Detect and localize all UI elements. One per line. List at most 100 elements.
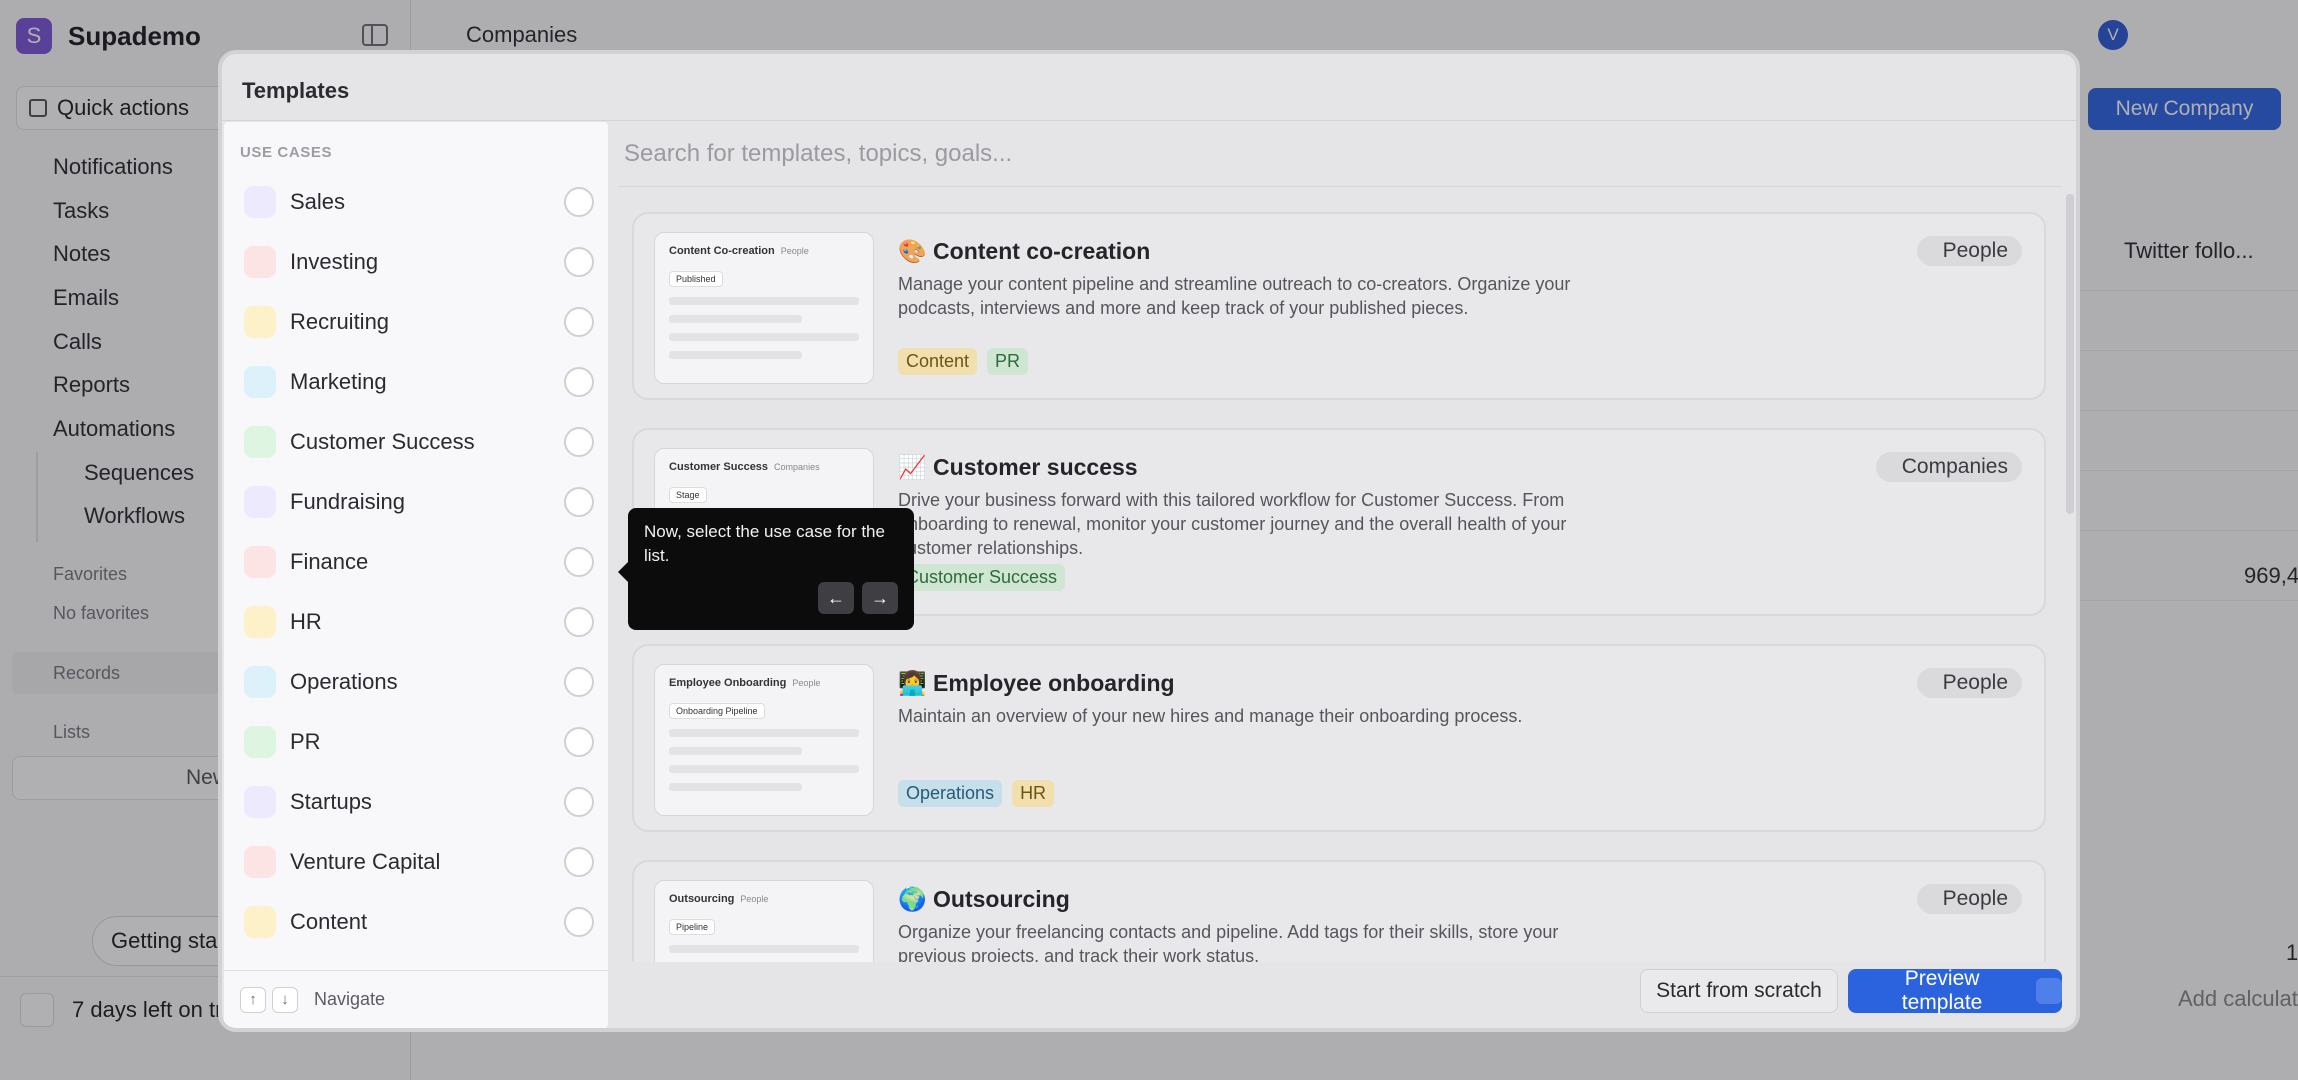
- preview-template-label: Preview template: [1901, 967, 1983, 1014]
- use-case-checkbox[interactable]: [564, 487, 594, 517]
- thumbnail-object-chip: People: [792, 678, 821, 688]
- use-case-label: Operations: [290, 669, 398, 694]
- use-case-label: Sales: [290, 189, 346, 214]
- use-case-checkbox[interactable]: [564, 427, 594, 457]
- use-case-label: Recruiting: [290, 309, 390, 334]
- template-tag: Operations: [898, 780, 1003, 807]
- template-emoji-icon: 🎨: [898, 238, 927, 264]
- template-object-badge: People: [1916, 236, 2022, 266]
- use-case-checkbox[interactable]: [564, 187, 594, 217]
- thumbnail-object-chip: Companies: [774, 462, 820, 472]
- use-cases-heading: USE CASES: [240, 144, 333, 161]
- template-thumbnail: Outsourcing People Pipeline: [654, 880, 874, 962]
- template-card[interactable]: Employee Onboarding People Onboarding Pipe…: [632, 644, 2046, 832]
- thumbnail-title: Employee Onboarding People: [669, 677, 859, 689]
- use-case-item[interactable]: Customer Success: [244, 412, 594, 472]
- use-case-color-icon: [244, 666, 276, 698]
- use-case-label: HR: [290, 609, 322, 634]
- use-case-item[interactable]: Fundraising: [244, 472, 594, 532]
- template-description: Maintain an overview of your new hires a…: [898, 706, 1523, 726]
- use-case-color-icon: [244, 306, 276, 338]
- template-title-text: Outsourcing: [933, 886, 1070, 912]
- thumbnail-row: [669, 297, 859, 305]
- use-case-item[interactable]: Recruiting: [244, 292, 594, 352]
- divider: [618, 186, 2062, 187]
- thumbnail-title: Customer Success Companies: [669, 461, 859, 473]
- use-case-item[interactable]: Marketing: [244, 352, 594, 412]
- use-case-color-icon: [244, 726, 276, 758]
- use-case-color-icon: [244, 786, 276, 818]
- template-object-badge: People: [1916, 884, 2022, 914]
- use-case-item[interactable]: Operations: [244, 652, 594, 712]
- tooltip-text: Now, select the use case for the list.: [644, 522, 885, 565]
- template-emoji-icon: 📈: [898, 454, 927, 480]
- thumbnail-title-text: Customer Success: [669, 461, 769, 473]
- use-case-color-icon: [244, 426, 276, 458]
- template-description: Manage your content pipeline and streaml…: [898, 274, 1571, 318]
- use-case-checkbox[interactable]: [564, 667, 594, 697]
- use-case-checkbox[interactable]: [564, 247, 594, 277]
- thumbnail-row: [669, 315, 802, 323]
- use-case-color-icon: [244, 366, 276, 398]
- thumbnail-row: [669, 333, 859, 341]
- use-case-checkbox[interactable]: [564, 307, 594, 337]
- thumbnail-view-chip: Published: [669, 271, 723, 287]
- template-thumbnail: Content Co-creation People Published: [654, 232, 874, 384]
- modal-title: Templates: [242, 78, 350, 103]
- template-title-text: Employee onboarding: [933, 670, 1175, 696]
- use-case-checkbox[interactable]: [564, 847, 594, 877]
- use-case-checkbox[interactable]: [564, 727, 594, 757]
- templates-modal: Templates USE CASES Sales Investing Recrui…: [218, 50, 2080, 1032]
- navigate-label: Navigate: [314, 989, 386, 1009]
- template-title: 📈 Customer success: [898, 454, 1138, 481]
- template-tag: Customer Success: [898, 564, 1066, 591]
- use-case-checkbox[interactable]: [564, 607, 594, 637]
- use-cases-panel: USE CASES Sales Investing Recruiting Market…: [224, 122, 608, 1028]
- use-case-color-icon: [244, 246, 276, 278]
- template-card[interactable]: Content Co-creation People Published 🎨 Cont…: [632, 212, 2046, 400]
- template-title: 🌍 Outsourcing: [898, 886, 1070, 913]
- use-case-item[interactable]: Sales: [244, 172, 594, 232]
- keyboard-hint: ↑ ↓ Navigate: [224, 970, 608, 1028]
- scrollbar[interactable]: [2066, 194, 2074, 514]
- use-case-checkbox[interactable]: [564, 787, 594, 817]
- tooltip-prev-button[interactable]: ←: [818, 582, 854, 614]
- template-title: 🎨 Content co-creation: [898, 238, 1150, 265]
- use-case-item[interactable]: Startups: [244, 772, 594, 832]
- use-case-checkbox[interactable]: [564, 367, 594, 397]
- use-case-label: Finance: [290, 549, 369, 574]
- use-case-checkbox[interactable]: [564, 907, 594, 937]
- use-case-item[interactable]: PR: [244, 712, 594, 772]
- template-tag: Content: [898, 348, 978, 375]
- tooltip-next-button[interactable]: →: [862, 582, 898, 614]
- use-case-item[interactable]: Venture Capital: [244, 832, 594, 892]
- thumbnail-title: Outsourcing People: [669, 893, 859, 905]
- thumbnail-row: [669, 351, 802, 359]
- divider: [222, 120, 2076, 121]
- thumbnail-object-chip: People: [740, 894, 769, 904]
- template-emoji-icon: 👩‍💻: [898, 670, 927, 696]
- start-from-scratch-button[interactable]: Start from scratch: [1640, 969, 1838, 1013]
- arrow-up-icon: ↑: [240, 986, 266, 1013]
- use-cases-list: Sales Investing Recruiting Marketing Custome…: [244, 172, 594, 952]
- template-thumbnail: Employee Onboarding People Onboarding Pipe…: [654, 664, 874, 816]
- use-case-item[interactable]: Content: [244, 892, 594, 952]
- template-title-text: Content co-creation: [933, 238, 1151, 264]
- thumbnail-object-chip: People: [780, 246, 809, 256]
- use-case-color-icon: [244, 186, 276, 218]
- template-card[interactable]: Outsourcing People Pipeline 🌍 Outsourcing Or…: [632, 860, 2046, 962]
- preview-template-button[interactable]: Preview template: [1848, 967, 2062, 1014]
- use-case-label: Marketing: [290, 369, 387, 394]
- thumbnail-title-text: Outsourcing: [669, 893, 735, 905]
- template-description: Organize your freelancing contacts and p…: [898, 922, 1559, 962]
- use-case-item[interactable]: Finance: [244, 532, 594, 592]
- use-case-color-icon: [244, 846, 276, 878]
- template-search-input[interactable]: [624, 132, 2024, 176]
- template-tags: Operations HR: [898, 780, 1055, 807]
- use-case-item[interactable]: HR: [244, 592, 594, 652]
- tour-tooltip: Now, select the use case for the list. ←…: [618, 508, 914, 630]
- arrow-down-icon: ↓: [272, 986, 298, 1013]
- use-case-checkbox[interactable]: [564, 547, 594, 577]
- use-case-color-icon: [244, 546, 276, 578]
- use-case-item[interactable]: Investing: [244, 232, 594, 292]
